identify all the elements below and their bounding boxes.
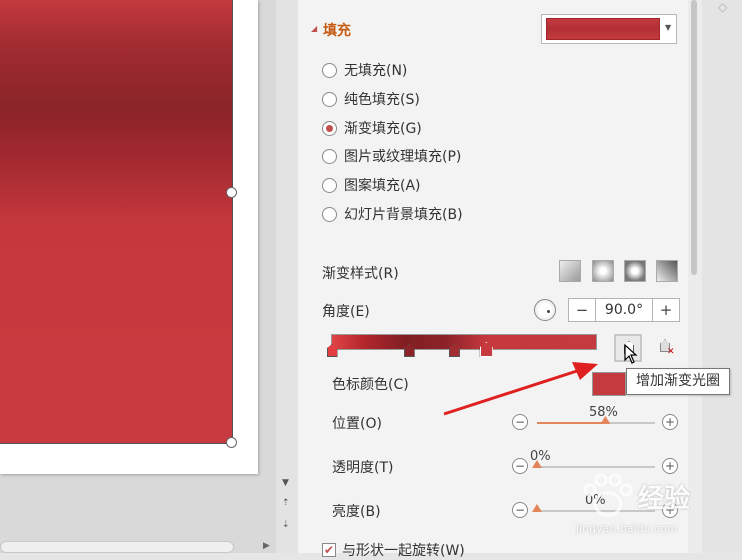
baidu-jingyan-watermark: 经验 jingyan.baidu.com (576, 470, 736, 540)
watermark-brand: 经验 (638, 484, 691, 514)
watermark-url: jingyan.baidu.com (576, 522, 678, 535)
paw-logo-icon (583, 473, 633, 517)
